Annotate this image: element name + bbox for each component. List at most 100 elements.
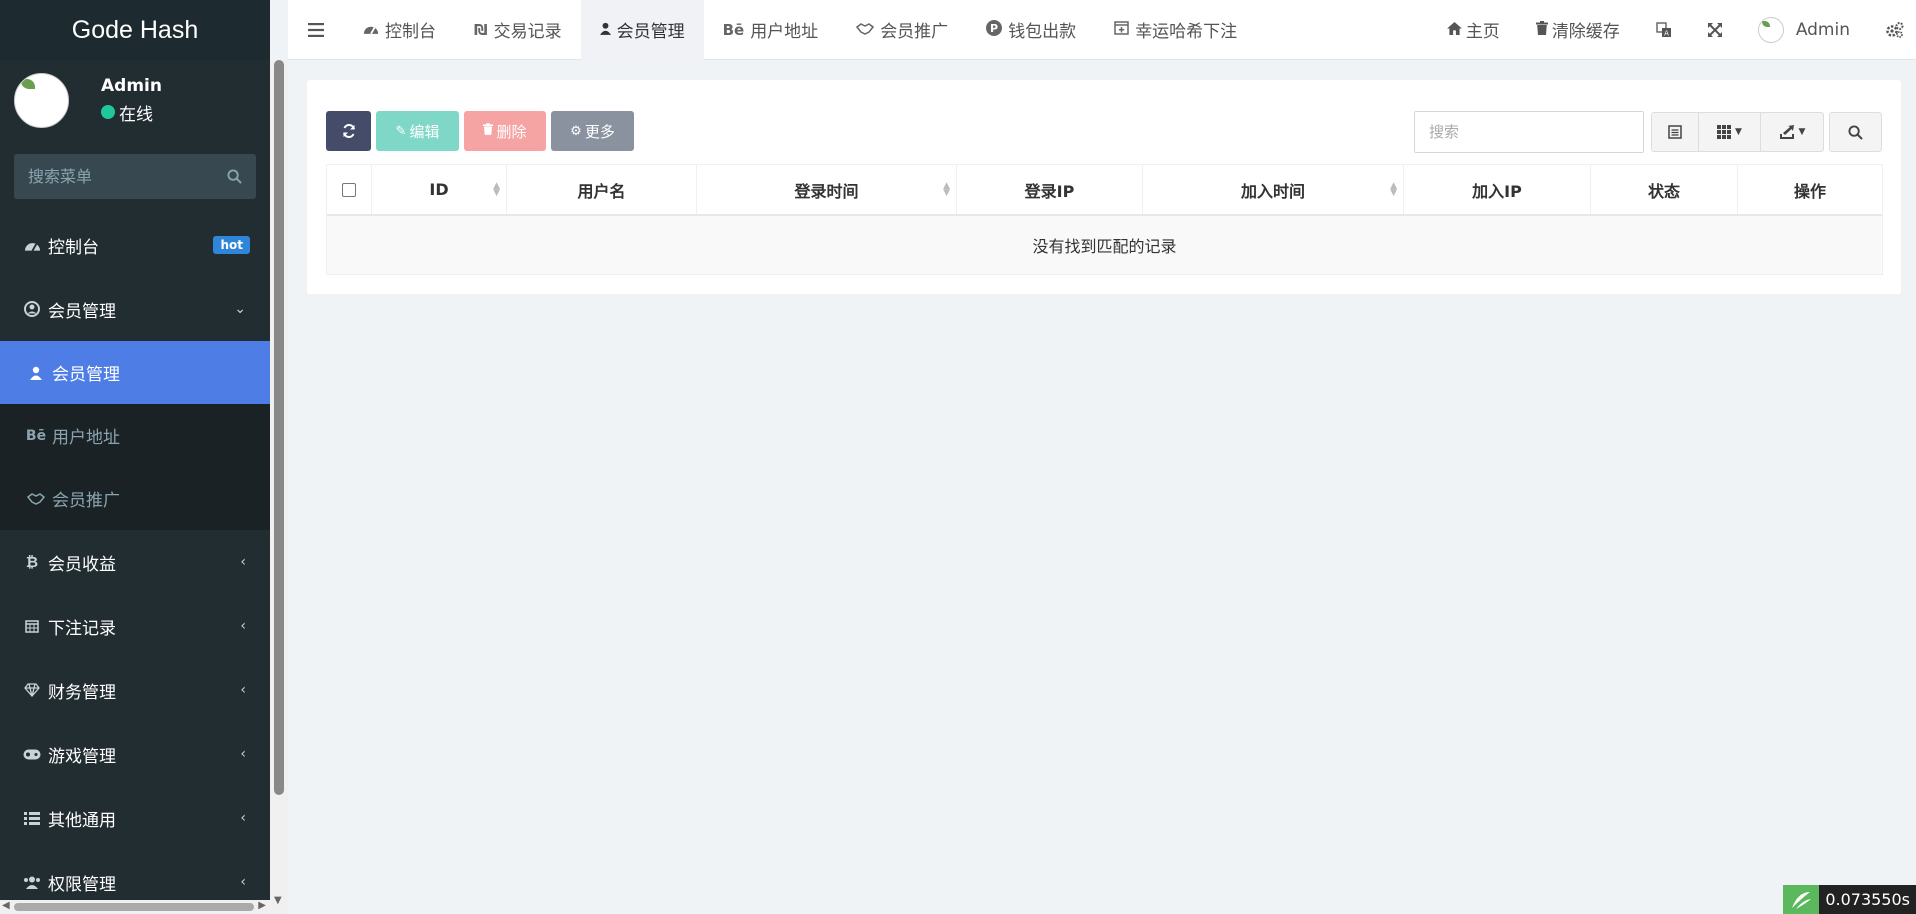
user-circle-icon — [22, 301, 42, 317]
broken-image-icon — [21, 78, 35, 89]
expand-icon — [1707, 22, 1722, 37]
handshake-icon — [856, 21, 875, 39]
gamepad-icon — [22, 749, 42, 760]
member-table: ID ▲ ▼ 用户名 登录时间 ▲ ▼ 登录IP 加入时间 ▲ ▼ 加入IP 状态 — [326, 164, 1883, 275]
sidebar-hscrollbar[interactable]: ◀ ▶ — [0, 900, 270, 914]
scroll-right-arrow-icon[interactable]: ▶ — [258, 900, 266, 911]
sidebar-item-label: 控制台 — [48, 237, 99, 258]
toggle-view-button[interactable] — [1651, 112, 1699, 152]
submenu-item-label: 用户地址 — [52, 428, 120, 448]
dashboard-icon — [22, 238, 42, 252]
export-icon — [1779, 125, 1794, 139]
delete-button[interactable]: 删除 — [464, 111, 546, 151]
user-panel: Admin 在线 — [0, 60, 270, 140]
admin-menu[interactable]: Admin — [1740, 0, 1868, 60]
sidebar-item-games[interactable]: 游戏管理 ‹ — [0, 722, 270, 786]
export-dropdown-button[interactable]: ▼ — [1761, 112, 1824, 152]
settings-button[interactable] — [1868, 0, 1916, 60]
sidebar-item-finance[interactable]: 财务管理 ‹ — [0, 658, 270, 722]
chevron-left-icon: ‹ — [240, 874, 246, 890]
hot-badge: hot — [213, 236, 250, 254]
tab-member-promo[interactable]: 会员推广 — [837, 0, 967, 60]
column-header-label: 登录IP — [1024, 181, 1075, 201]
members-submenu: 会员管理 Bē 用户地址 会员推广 — [0, 341, 270, 530]
scrollbar-thumb[interactable] — [274, 60, 284, 795]
chevron-left-icon: ‹ — [240, 554, 246, 570]
sidebar-item-label: 会员管理 — [48, 301, 116, 322]
column-header-username: 用户名 — [507, 165, 697, 214]
svg-text:A: A — [1664, 29, 1669, 37]
pencil-icon: ✎ — [395, 123, 407, 139]
calendar-icon — [22, 619, 42, 633]
fullscreen-button[interactable] — [1690, 0, 1740, 60]
tab-label: 用户地址 — [750, 22, 819, 42]
brand-logo[interactable]: Gode Hash — [0, 0, 270, 60]
tab-member-manage[interactable]: 会员管理 — [580, 0, 704, 60]
tab-lucky-hash-bet[interactable]: 幸运哈希下注 — [1095, 0, 1256, 60]
chevron-down-icon: ⌄ — [234, 301, 246, 317]
column-header-join-time[interactable]: 加入时间 ▲ ▼ — [1143, 165, 1404, 214]
online-dot-icon — [101, 105, 115, 119]
home-icon — [1446, 21, 1462, 39]
menu-search-input[interactable] — [28, 167, 208, 186]
search-icon[interactable] — [227, 169, 242, 184]
column-header-label: 加入IP — [1472, 181, 1522, 201]
caret-down-icon: ▼ — [1735, 127, 1742, 137]
chevron-left-icon: ‹ — [240, 746, 246, 762]
sort-icon: ▲ ▼ — [1390, 180, 1397, 198]
scroll-left-arrow-icon[interactable]: ◀ — [2, 900, 10, 911]
trash-icon — [483, 123, 494, 139]
column-header-status: 状态 — [1591, 165, 1738, 214]
column-header-label: 状态 — [1647, 181, 1680, 201]
language-button[interactable]: A — [1638, 0, 1690, 60]
scroll-down-arrow-icon[interactable]: ▼ — [274, 895, 282, 906]
sidebar-item-bets[interactable]: 下注记录 ‹ — [0, 594, 270, 658]
sidebar-item-general[interactable]: 其他通用 ‹ — [0, 786, 270, 850]
content-panel: ✎ 编辑 删除 ⚙ 更多 ▼ ▼ — [307, 80, 1901, 294]
timer-logo-icon — [1783, 885, 1820, 914]
tab-wallet-payout[interactable]: P 钱包出款 — [967, 0, 1095, 60]
submenu-item-user-address[interactable]: Bē 用户地址 — [0, 404, 270, 467]
page-timer: 0.073550s — [1783, 885, 1916, 914]
chevron-left-icon: ‹ — [240, 810, 246, 826]
home-link[interactable]: 主页 — [1429, 0, 1518, 60]
select-all-cell — [327, 165, 372, 214]
top-navbar: 控制台 ₪ 交易记录 会员管理 Bē 用户地址 会员推广 P 钱包出款 幸运哈希… — [288, 0, 1916, 60]
grid-icon — [1717, 125, 1732, 139]
refresh-icon — [342, 124, 355, 138]
column-header-login-time[interactable]: 登录时间 ▲ ▼ — [697, 165, 957, 214]
more-button[interactable]: ⚙ 更多 — [551, 111, 634, 151]
sidebar-item-dashboard[interactable]: 控制台 hot — [0, 213, 270, 277]
sidebar-item-label: 会员收益 — [48, 554, 116, 575]
search-icon — [1848, 124, 1863, 140]
more-button-label: 更多 — [584, 122, 615, 141]
advanced-search-button[interactable] — [1829, 112, 1882, 152]
submenu-item-label: 会员推广 — [52, 491, 120, 511]
tab-user-address[interactable]: Bē 用户地址 — [704, 0, 838, 60]
sidebar-item-earnings[interactable]: ₿ 会员收益 ‹ — [0, 530, 270, 594]
tab-transactions[interactable]: ₪ 交易记录 — [455, 0, 581, 60]
tab-dashboard[interactable]: 控制台 — [344, 0, 455, 60]
submenu-item-member-promo[interactable]: 会员推广 — [0, 467, 270, 530]
submenu-item-member-manage[interactable]: 会员管理 — [0, 341, 270, 404]
sidebar-item-members[interactable]: 会员管理 ⌄ — [0, 277, 270, 341]
trash-icon — [1535, 20, 1548, 39]
sidebar-toggle-button[interactable] — [288, 0, 344, 60]
clear-cache-button[interactable]: 清除缓存 — [1518, 0, 1638, 60]
user-status-label: 在线 — [119, 104, 153, 125]
translate-icon: A — [1656, 21, 1671, 37]
columns-dropdown-button[interactable]: ▼ — [1699, 112, 1761, 152]
sidebar: Gode Hash Admin 在线 控制台 hot 会员管理 ⌄ — [0, 0, 270, 914]
refresh-button[interactable] — [326, 111, 371, 151]
hscrollbar-thumb[interactable] — [14, 903, 254, 911]
bitcoin-icon: ₿ — [25, 553, 39, 571]
edit-button[interactable]: ✎ 编辑 — [376, 111, 459, 151]
header-right: 主页 清除缓存 A Admin — [1429, 0, 1916, 60]
select-all-checkbox[interactable] — [342, 182, 356, 197]
card-view-icon — [1668, 125, 1682, 139]
sidebar-item-label: 下注记录 — [48, 618, 116, 639]
sidebar-scrollbar[interactable]: ▼ — [270, 60, 288, 914]
table-right-tools: ▼ ▼ — [1414, 111, 1882, 153]
column-header-id[interactable]: ID ▲ ▼ — [372, 165, 507, 214]
table-search-input[interactable] — [1414, 111, 1644, 153]
